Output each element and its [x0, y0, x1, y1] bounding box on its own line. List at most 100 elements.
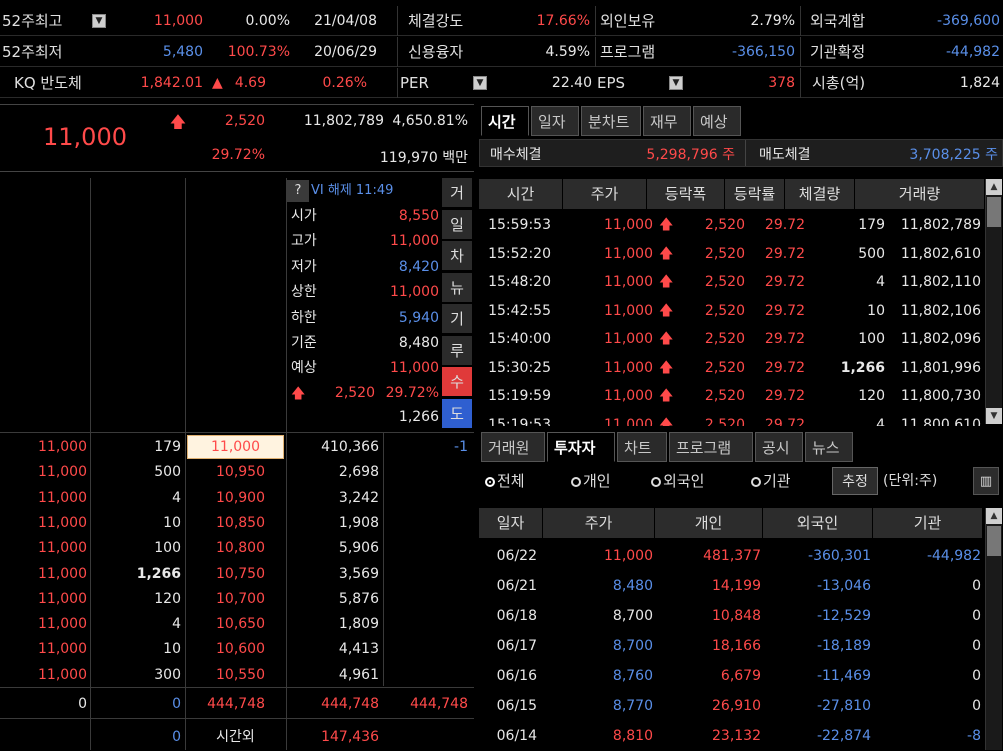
after-d: 147,436: [321, 729, 379, 745]
info-label: 하한: [291, 309, 317, 326]
value-sector-index: 1,842.01: [140, 75, 203, 91]
info-label: 고가: [291, 233, 317, 250]
investor-date: 06/14: [496, 728, 537, 744]
investor-price: 8,480: [612, 578, 653, 594]
investor-date: 06/16: [496, 668, 537, 684]
info-value: 11,000: [390, 360, 439, 377]
label-52w-low: 52주최저: [2, 43, 63, 61]
orderbook-row: 11,000 300 10,550 4,961: [0, 663, 474, 689]
scroll-thumb[interactable]: [987, 526, 1001, 556]
info-value: 11,000: [390, 284, 439, 301]
trade-price: 11,000: [38, 616, 87, 633]
volume-ratio: 4,650.81%: [392, 113, 468, 129]
hoga-price[interactable]: 10,550: [188, 663, 265, 689]
investor-row: 06/18 8,700 10,848 -12,529 0: [479, 602, 985, 630]
info-label: 상한: [291, 284, 317, 301]
scroll-up-icon[interactable]: ▲: [986, 508, 1002, 524]
help-button[interactable]: ?: [287, 180, 309, 202]
investor-row: 06/17 8,700 18,166 -18,189 0: [479, 632, 985, 660]
chevron-down-icon[interactable]: ▼: [669, 76, 683, 90]
price-change: 2,520: [224, 113, 265, 129]
up-triangle-icon: ▲: [212, 75, 223, 91]
after-b: 0: [172, 729, 181, 745]
tick-scrollbar[interactable]: ▲ ▼: [985, 179, 1002, 424]
value-foreign-sum: -369,600: [937, 13, 1000, 29]
value-market-cap: 1,824: [959, 75, 1000, 91]
dropdown-52w[interactable]: ▼: [92, 6, 110, 36]
total-b: 0: [172, 696, 181, 712]
info-value: 5,940: [398, 309, 439, 326]
trade-price: 11,000: [38, 666, 87, 683]
orderbook-total-row: 0 0 444,748 444,748 444,748: [0, 692, 474, 718]
expected-change: 2,520: [334, 385, 375, 401]
investor-institution: 0: [972, 698, 981, 714]
side-button-7[interactable]: 수: [442, 367, 472, 397]
label-inst-confirm: 기관확정: [810, 43, 866, 61]
investor-individual: 10,848: [712, 608, 761, 624]
remain-qty: 5,876: [338, 590, 379, 607]
info-label: 기준: [291, 335, 317, 351]
investor-row: 06/22 11,000 481,377 -360,301 -44,982: [479, 542, 985, 570]
side-button-5[interactable]: 기: [442, 304, 472, 334]
dropdown-eps[interactable]: ▼: [669, 68, 687, 98]
investor-row: 06/15 8,770 26,910 -27,810 0: [479, 692, 985, 720]
investor-institution: 0: [972, 638, 981, 654]
hoga-price[interactable]: 10,900: [188, 486, 265, 512]
hoga-price[interactable]: 10,800: [188, 536, 265, 562]
investor-price: 8,700: [612, 608, 653, 624]
label-market-cap: 시총(억): [812, 74, 866, 92]
value-per: 22.40: [551, 75, 592, 91]
current-price-panel: 11,000 🡅 2,520 11,802,789 4,650.81% 29.7…: [0, 104, 474, 172]
orderbook-after-hours-row: 0 시간외 147,436: [0, 725, 474, 751]
hoga-price[interactable]: 10,650: [188, 612, 265, 638]
side-button-2[interactable]: 일: [442, 209, 472, 240]
trade-price: 11,000: [38, 641, 87, 658]
trade-qty: 100: [154, 540, 181, 557]
investor-individual: 18,166: [712, 638, 761, 654]
investor-scrollbar[interactable]: ▲: [985, 508, 1002, 750]
chevron-down-icon[interactable]: ▼: [473, 76, 487, 90]
chevron-down-icon[interactable]: ▼: [92, 14, 106, 28]
value-inst-confirm: -44,982: [945, 44, 1000, 60]
side-button-8[interactable]: 도: [442, 398, 472, 429]
remain-qty: 2,698: [338, 464, 379, 481]
label-sector: KQ 반도체: [14, 74, 82, 92]
vi-notice: VI 해제 11:49: [311, 183, 394, 198]
orderbook-row: 11,000 120 10,700 5,876: [0, 587, 474, 613]
info-value: 8,420: [398, 258, 439, 275]
investor-row: 06/14 8,810 23,132 -22,874 -8: [479, 722, 985, 750]
up-arrow-icon: 🡅: [291, 386, 306, 402]
investor-individual: 26,910: [712, 698, 761, 714]
trade-qty: 120: [154, 590, 181, 607]
expected-rate: 29.72%: [385, 385, 439, 401]
investor-individual: 23,132: [712, 728, 761, 744]
hoga-price[interactable]: 10,700: [188, 587, 265, 613]
investor-row: 06/21 8,480 14,199 -13,046 0: [479, 572, 985, 600]
side-button-6[interactable]: 루: [442, 335, 472, 366]
value-program: -366,150: [732, 44, 795, 60]
side-button-3[interactable]: 차: [442, 241, 472, 271]
hoga-price[interactable]: 10,850: [188, 511, 265, 537]
value-52w-high-date: 21/04/08: [314, 13, 377, 29]
selected-hoga-price[interactable]: 11,000: [187, 435, 284, 459]
orderbook-row: 11,000 500 10,950 2,698: [0, 460, 474, 486]
side-button-4[interactable]: 뉴: [442, 272, 472, 303]
scroll-up-icon[interactable]: ▲: [986, 179, 1002, 195]
value-52w-low: 5,480: [162, 44, 203, 60]
trade-amount: 119,970 백만: [379, 150, 468, 166]
hoga-price[interactable]: 10,750: [188, 562, 265, 588]
total-volume: 11,802,789: [303, 113, 384, 129]
side-button-1[interactable]: 거: [442, 178, 472, 208]
orderbook-row: 11,000 10 10,600 4,413: [0, 637, 474, 663]
scroll-down-icon[interactable]: ▼: [986, 408, 1002, 424]
dropdown-per[interactable]: ▼: [473, 68, 491, 98]
info-value: 11,000: [390, 233, 439, 250]
investor-table-body: 06/22 11,000 481,377 -360,301 -44,982 06/21 8,…: [479, 96, 985, 750]
hoga-price[interactable]: 10,600: [188, 637, 265, 663]
hoga-price[interactable]: 10,950: [188, 460, 265, 486]
trade-price: 11,000: [38, 540, 87, 557]
investor-institution: 0: [972, 578, 981, 594]
investor-foreign: -12,529: [816, 608, 871, 624]
scroll-thumb[interactable]: [987, 197, 1001, 227]
extra-value: -1: [454, 439, 468, 455]
